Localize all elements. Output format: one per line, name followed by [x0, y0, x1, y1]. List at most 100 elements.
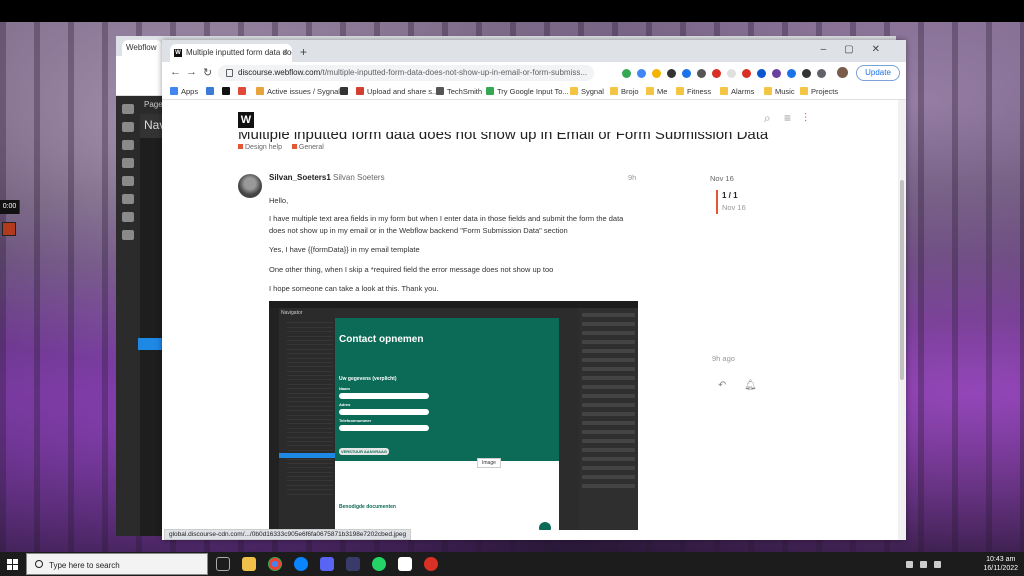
app-icon[interactable] [320, 557, 334, 571]
reload-icon[interactable]: ↻ [203, 66, 212, 79]
bookmark-item[interactable] [340, 87, 351, 96]
bookmark-folder[interactable]: Projects [800, 87, 838, 96]
url-path: /t/multiple-inputted-form-data-does-not-… [320, 68, 588, 77]
extension-icon[interactable] [787, 69, 796, 78]
post-image[interactable]: Navigator Contact opnemen Uw gegevens (v… [269, 301, 638, 530]
recording-stop-icon[interactable] [2, 222, 16, 236]
extension-icon[interactable] [637, 69, 646, 78]
image-left-icons [269, 308, 279, 530]
webflow-left-sidebar [116, 96, 140, 536]
timeline-date: Nov 16 [722, 203, 746, 212]
tab-close-icon[interactable]: × [283, 47, 288, 57]
bookmark-item[interactable] [238, 87, 249, 96]
scrollbar-thumb[interactable] [900, 180, 904, 380]
app-icon[interactable] [424, 557, 438, 571]
bookmark-folder[interactable]: Me [646, 87, 667, 96]
extension-icon[interactable] [622, 69, 631, 78]
notion-icon[interactable] [398, 557, 412, 571]
bookmark-folder[interactable]: Fitness [676, 87, 711, 96]
bookmark-icon [486, 87, 494, 95]
webflow-add-icon[interactable] [122, 104, 134, 114]
tray-chevron-icon[interactable] [906, 561, 913, 568]
page-scrollbar[interactable] [898, 100, 906, 540]
windows-start-icon[interactable] [7, 559, 18, 570]
extension-icon[interactable] [712, 69, 721, 78]
profile-avatar[interactable] [837, 67, 848, 78]
app-icon[interactable] [346, 557, 360, 571]
bookmark-folder[interactable]: Sygnal [570, 87, 604, 96]
bookmark-icon [206, 87, 214, 95]
timeline-ago[interactable]: 9h ago [712, 354, 735, 363]
bookmark-item[interactable]: Upload and share s... [356, 87, 438, 96]
search-icon[interactable]: ⌕ [764, 111, 771, 126]
webflow-pages-icon[interactable] [122, 158, 134, 168]
puzzle-icon[interactable] [802, 69, 811, 78]
bookmark-icon [238, 87, 246, 95]
back-icon[interactable]: ← [170, 66, 181, 78]
tab-title: Multiple inputted form data doe [186, 48, 292, 57]
reply-icon[interactable]: ↶ [718, 380, 726, 391]
new-tab-button[interactable]: + [300, 45, 307, 59]
bookmark-item[interactable] [206, 87, 217, 96]
image-settings-panel [579, 308, 638, 530]
bookmark-icon [356, 87, 364, 95]
bookmark-item[interactable]: TechSmith [436, 87, 482, 96]
chrome-icon[interactable] [268, 557, 282, 571]
volume-icon[interactable] [934, 561, 941, 568]
taskbar-search[interactable]: Type here to search [26, 553, 208, 575]
extension-icon[interactable] [757, 69, 766, 78]
post-age[interactable]: 9h [628, 173, 636, 182]
folder-icon [646, 87, 654, 95]
sidebar-icon[interactable] [817, 69, 826, 78]
timeline-start-date[interactable]: Nov 16 [710, 174, 734, 183]
webflow-box-icon[interactable] [122, 122, 134, 132]
lock-icon[interactable] [226, 69, 233, 77]
forward-icon[interactable]: → [186, 66, 197, 78]
bookmark-item[interactable]: Active issues / Sygnal [256, 87, 340, 96]
search-icon [35, 560, 43, 568]
category-badge[interactable]: General [291, 144, 324, 151]
webflow-settings-icon[interactable] [122, 230, 134, 240]
webflow-ecommerce-icon[interactable] [122, 194, 134, 204]
bookmark-folder[interactable]: Music [764, 87, 795, 96]
webflow-assets-icon[interactable] [122, 212, 134, 222]
task-view-icon[interactable] [216, 557, 230, 571]
active-tab[interactable]: W Multiple inputted form data doe × [170, 44, 292, 62]
menu-icon[interactable]: ≡ [784, 111, 791, 125]
webflow-cms-icon[interactable] [122, 176, 134, 186]
folder-icon [720, 87, 728, 95]
window-controls[interactable]: –▢✕ [821, 44, 898, 55]
user-avatar-icon[interactable]: ⫶ [804, 111, 807, 126]
bookmark-item[interactable] [222, 87, 233, 96]
extension-icon[interactable] [667, 69, 676, 78]
extension-icon[interactable] [682, 69, 691, 78]
extension-icon[interactable] [742, 69, 751, 78]
file-explorer-icon[interactable] [242, 557, 256, 571]
extension-icon[interactable] [697, 69, 706, 78]
update-button[interactable]: Update [856, 65, 900, 81]
webflow-logo[interactable]: W [238, 112, 254, 128]
address-bar[interactable]: discourse.webflow.com/t/multiple-inputte… [218, 65, 594, 81]
post-paragraph: Hello, [269, 196, 289, 205]
bell-icon[interactable]: 🔔︎ [744, 380, 757, 391]
post-username[interactable]: Silvan_Soeters1 [269, 173, 331, 182]
extension-icon[interactable] [772, 69, 781, 78]
edge-icon[interactable] [294, 557, 308, 571]
bookmark-folder[interactable]: Alarms [720, 87, 754, 96]
background-tab[interactable]: Webflow [122, 40, 162, 56]
url-host: discourse.webflow.com [238, 68, 321, 77]
extension-icon[interactable] [727, 69, 736, 78]
bookmark-item[interactable]: Try Google Input To... [486, 87, 569, 96]
webflow-navigator-icon[interactable] [122, 140, 134, 150]
bookmark-folder[interactable]: Brojo [610, 87, 639, 96]
network-icon[interactable] [920, 561, 927, 568]
webflow-selected-row [138, 338, 162, 350]
timeline-handle[interactable] [716, 190, 718, 214]
top-black-bar [0, 0, 1024, 22]
taskbar-clock[interactable]: 10:43 am 16/11/2022 [983, 555, 1018, 573]
bookmark-item[interactable]: Apps [170, 87, 198, 96]
extension-icon[interactable] [652, 69, 661, 78]
avatar[interactable] [238, 174, 262, 198]
category-badge[interactable]: Design help [238, 144, 282, 151]
whatsapp-icon[interactable] [372, 557, 386, 571]
